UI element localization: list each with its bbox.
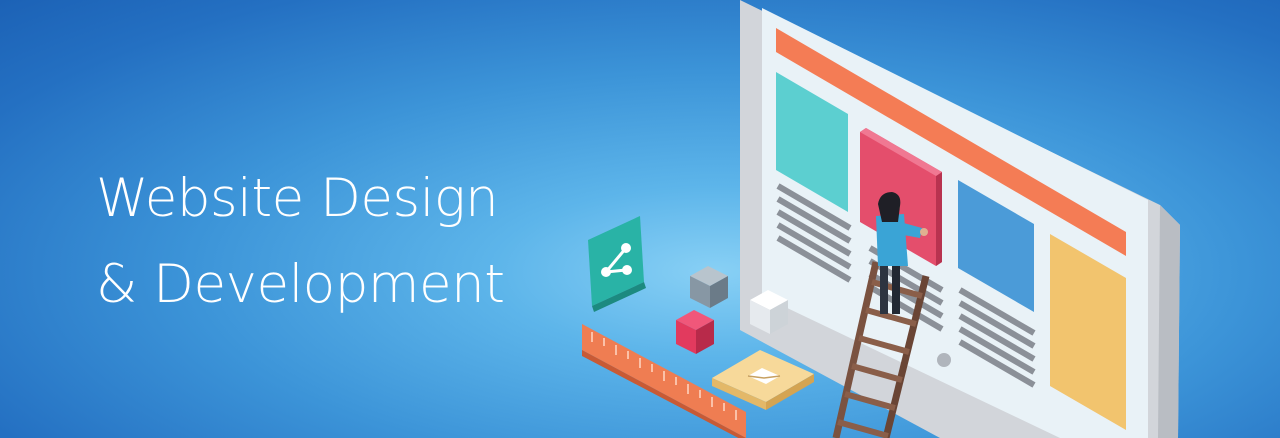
- monitor-button: [937, 353, 951, 367]
- pink-cube: [676, 310, 714, 354]
- web-design-illustration: [582, 0, 1180, 438]
- share-icon: [588, 216, 646, 312]
- grey-cube: [690, 266, 728, 308]
- hero-banner: Website Design & Development: [0, 0, 1280, 438]
